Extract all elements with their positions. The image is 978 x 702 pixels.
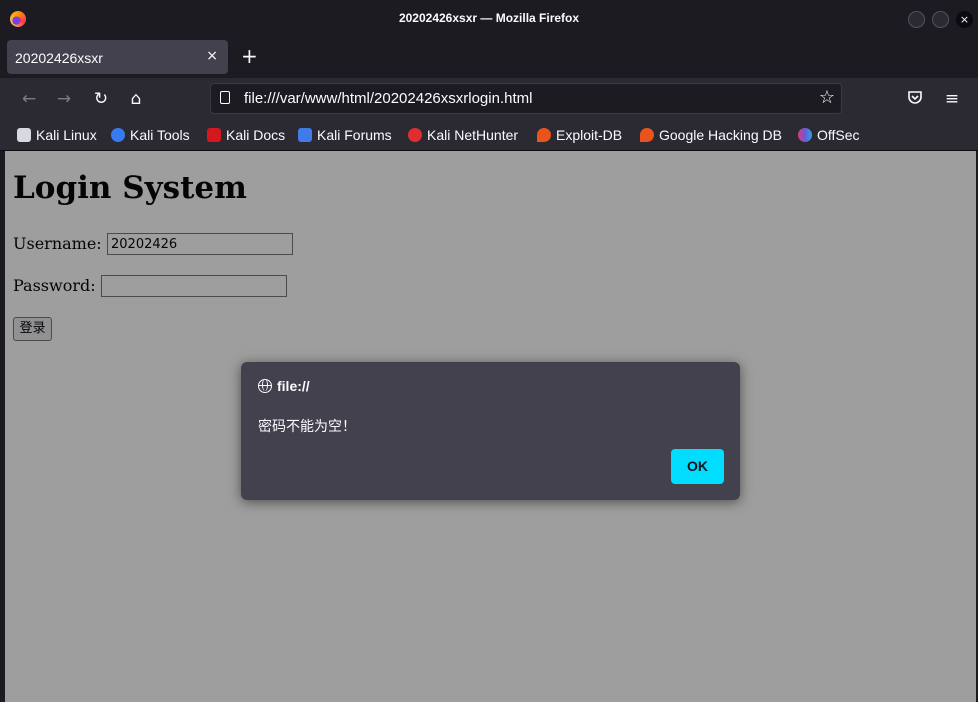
- kali-docs-icon: [207, 128, 221, 142]
- tab-strip: 20202426xsxr × +: [0, 38, 978, 78]
- ghdb-icon: [640, 128, 654, 142]
- kali-forums-icon: [298, 128, 312, 142]
- globe-icon: [258, 379, 272, 393]
- nethunter-icon: [408, 128, 422, 142]
- bookmark-exploit-db[interactable]: Exploit-DB: [537, 126, 622, 144]
- url-text[interactable]: file:///var/www/html/20202426xsxrlogin.h…: [244, 90, 532, 107]
- exploit-db-icon: [537, 128, 551, 142]
- bookmark-google-hacking-db[interactable]: Google Hacking DB: [640, 126, 782, 144]
- dialog-message: 密码不能为空！: [258, 419, 356, 435]
- bookmarks-toolbar: Kali Linux Kali Tools Kali Docs Kali For…: [0, 120, 978, 151]
- bookmark-kali-nethunter[interactable]: Kali NetHunter: [408, 126, 518, 144]
- alert-dialog: file:// 密码不能为空！ OK: [241, 362, 740, 500]
- app-menu-icon[interactable]: ≡: [942, 89, 962, 109]
- reload-icon[interactable]: ↻: [91, 89, 111, 109]
- ok-button[interactable]: OK: [671, 449, 724, 484]
- window-titlebar: 20202426xsxr — Mozilla Firefox ×: [0, 0, 978, 38]
- url-bar[interactable]: file:///var/www/html/20202426xsxrlogin.h…: [210, 83, 842, 114]
- tab-label: 20202426xsxr: [15, 50, 103, 66]
- dialog-origin: file://: [277, 378, 310, 394]
- bookmark-offsec[interactable]: OffSec: [798, 126, 860, 144]
- navigation-toolbar: ← → ↻ ⌂ file:///var/www/html/20202426xsx…: [0, 78, 978, 120]
- bookmark-kali-docs[interactable]: Kali Docs: [207, 126, 285, 144]
- forward-arrow-icon[interactable]: →: [54, 89, 74, 109]
- minimize-button[interactable]: [908, 11, 925, 28]
- offsec-icon: [798, 128, 812, 142]
- bookmark-kali-tools[interactable]: Kali Tools: [111, 126, 190, 144]
- close-window-button[interactable]: ×: [956, 11, 973, 28]
- tab-active[interactable]: 20202426xsxr ×: [7, 40, 228, 74]
- kali-dragon-icon: [17, 128, 31, 142]
- bookmark-star-icon[interactable]: ☆: [819, 87, 835, 108]
- kali-tools-icon: [111, 128, 125, 142]
- maximize-button[interactable]: [932, 11, 949, 28]
- page-icon: [220, 91, 230, 104]
- tab-close-icon[interactable]: ×: [206, 48, 218, 64]
- back-arrow-icon[interactable]: ←: [19, 89, 39, 109]
- bookmark-kali-forums[interactable]: Kali Forums: [298, 126, 392, 144]
- new-tab-button[interactable]: +: [241, 46, 258, 66]
- bookmark-kali-linux[interactable]: Kali Linux: [17, 126, 97, 144]
- pocket-icon[interactable]: [905, 89, 925, 109]
- window-title: 20202426xsxr — Mozilla Firefox: [398, 11, 580, 25]
- home-icon[interactable]: ⌂: [126, 89, 146, 109]
